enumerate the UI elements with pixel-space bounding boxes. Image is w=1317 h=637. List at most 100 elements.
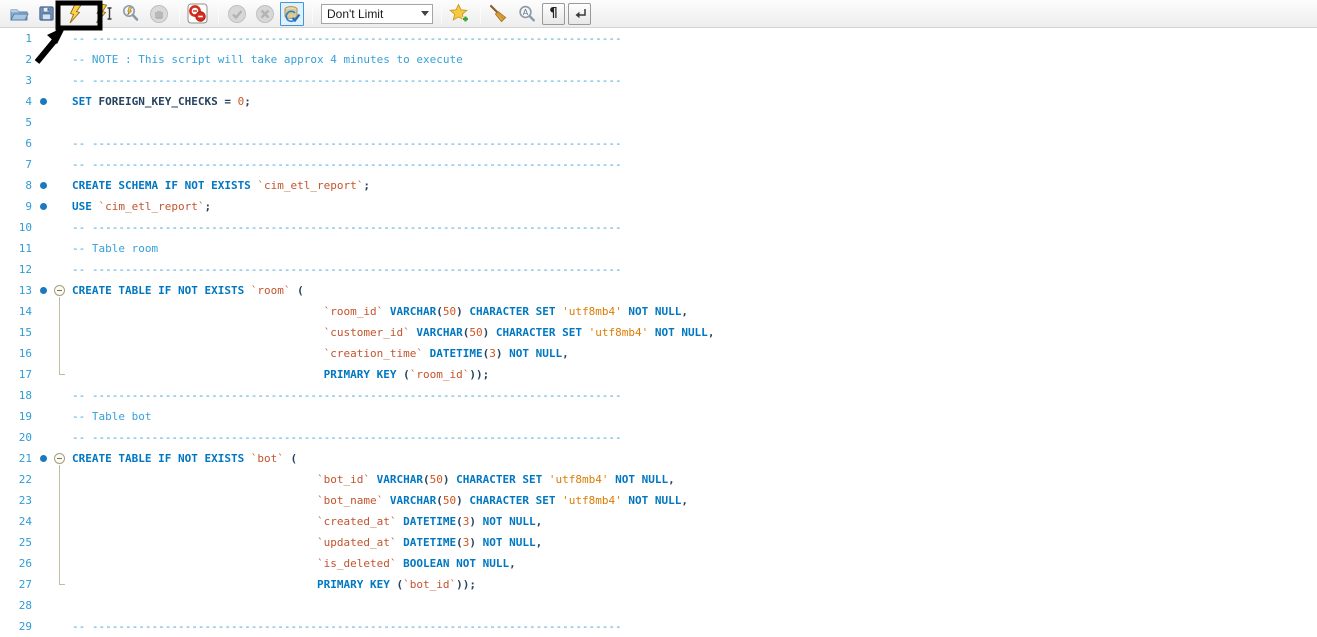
toolbar-separator: [218, 4, 219, 24]
fold-column: [52, 259, 68, 280]
code-line[interactable]: 22 `bot_id` VARCHAR(50) CHARACTER SET 'u…: [0, 469, 1317, 490]
code-line[interactable]: 19-- Table bot: [0, 406, 1317, 427]
token-i: `updated_at`: [317, 536, 396, 549]
fold-collapse-icon[interactable]: [54, 285, 65, 296]
code-line[interactable]: 24 `created_at` DATETIME(3) NOT NULL,: [0, 511, 1317, 532]
token-p: (: [436, 494, 443, 507]
token-p: ,: [681, 494, 688, 507]
token-k: NOT NULL: [503, 347, 563, 360]
fold-column[interactable]: [52, 280, 68, 301]
code-line[interactable]: 28: [0, 595, 1317, 616]
token-c: -- -------------------------------------…: [72, 620, 622, 633]
token-k: DATETIME: [423, 347, 483, 360]
line-number: 6: [0, 133, 36, 154]
rollback-button[interactable]: [252, 2, 277, 26]
code-line[interactable]: 6-- ------------------------------------…: [0, 133, 1317, 154]
code-line[interactable]: 7-- ------------------------------------…: [0, 154, 1317, 175]
token-p: (: [390, 578, 403, 591]
fold-column: [52, 574, 68, 595]
statement-marker-column: [36, 301, 52, 322]
token-i: `room_id`: [324, 305, 384, 318]
row-limit-dropdown[interactable]: Don't Limit: [321, 4, 433, 24]
commit-button[interactable]: [224, 2, 249, 26]
code-line[interactable]: 13CREATE TABLE IF NOT EXISTS `room` (: [0, 280, 1317, 301]
toggle-invisibles-button[interactable]: ¶: [542, 3, 565, 25]
code-line[interactable]: 20-- -----------------------------------…: [0, 427, 1317, 448]
line-number: 25: [0, 532, 36, 553]
toggle-stop-on-error-button[interactable]: [185, 2, 210, 26]
token-k: NOT NULL: [608, 473, 668, 486]
code-line[interactable]: 29-- -----------------------------------…: [0, 616, 1317, 637]
token-c: -- -------------------------------------…: [72, 32, 622, 45]
toggle-autocommit-button[interactable]: [280, 2, 304, 26]
fold-column: [52, 238, 68, 259]
save-snippet-button[interactable]: [447, 2, 472, 26]
token-k: VARCHAR: [383, 305, 436, 318]
token-i: `bot`: [244, 452, 284, 465]
token-i: `cim_etl_report`: [251, 179, 364, 192]
line-number: 7: [0, 154, 36, 175]
stop-execution-button[interactable]: [146, 2, 171, 26]
code-line[interactable]: 21CREATE TABLE IF NOT EXISTS `bot` (: [0, 448, 1317, 469]
statement-bullet-icon: [40, 98, 47, 105]
code-line[interactable]: 9USE `cim_etl_report`;: [0, 196, 1317, 217]
code-line[interactable]: 1-- ------------------------------------…: [0, 28, 1317, 49]
token-n: 50: [430, 473, 443, 486]
beautify-query-button[interactable]: [486, 2, 511, 26]
code-line[interactable]: 11-- Table room: [0, 238, 1317, 259]
code-line[interactable]: 12-- -----------------------------------…: [0, 259, 1317, 280]
token-p: (: [456, 536, 463, 549]
token-p: ;: [363, 179, 370, 192]
token-c: -- NOTE : This script will take approx 4…: [72, 53, 463, 66]
token-p: (: [397, 368, 410, 381]
code-line[interactable]: 15 `customer_id` VARCHAR(50) CHARACTER S…: [0, 322, 1317, 343]
code-line[interactable]: 14 `room_id` VARCHAR(50) CHARACTER SET '…: [0, 301, 1317, 322]
code-text: -- Table room: [68, 238, 158, 259]
token-s: 'utf8mb4': [542, 473, 608, 486]
fold-column[interactable]: [52, 448, 68, 469]
fold-column: [52, 133, 68, 154]
code-line[interactable]: 8CREATE SCHEMA IF NOT EXISTS `cim_etl_re…: [0, 175, 1317, 196]
code-text: CREATE TABLE IF NOT EXISTS `room` (: [68, 280, 304, 301]
code-line[interactable]: 10-- -----------------------------------…: [0, 217, 1317, 238]
code-text: -- -------------------------------------…: [68, 70, 622, 91]
code-line[interactable]: 23 `bot_name` VARCHAR(50) CHARACTER SET …: [0, 490, 1317, 511]
code-text: -- -------------------------------------…: [68, 385, 622, 406]
line-number: 20: [0, 427, 36, 448]
line-number: 5: [0, 112, 36, 133]
token-p: ));: [456, 578, 476, 591]
toggle-word-wrap-button[interactable]: [568, 3, 591, 25]
code-text: -- -------------------------------------…: [68, 28, 622, 49]
execute-script-button[interactable]: [62, 2, 87, 26]
execute-statement-button[interactable]: [90, 2, 115, 26]
open-script-button[interactable]: [6, 2, 31, 26]
sql-code-editor[interactable]: 1-- ------------------------------------…: [0, 28, 1317, 637]
token-c: -- -------------------------------------…: [72, 263, 622, 276]
beautify-broom-icon: [488, 3, 509, 24]
stop-on-error-icon: [187, 3, 208, 24]
explain-plan-button[interactable]: [118, 2, 143, 26]
code-line[interactable]: 16 `creation_time` DATETIME(3) NOT NULL,: [0, 343, 1317, 364]
code-line[interactable]: 26 `is_deleted` BOOLEAN NOT NULL,: [0, 553, 1317, 574]
line-number: 14: [0, 301, 36, 322]
code-line[interactable]: 17 PRIMARY KEY (`room_id`));: [0, 364, 1317, 385]
statement-marker-column: [36, 280, 52, 301]
code-line[interactable]: 27 PRIMARY KEY (`bot_id`));: [0, 574, 1317, 595]
code-text: `updated_at` DATETIME(3) NOT NULL,: [68, 532, 542, 553]
token-n: 50: [443, 494, 456, 507]
code-line[interactable]: 25 `updated_at` DATETIME(3) NOT NULL,: [0, 532, 1317, 553]
token-k: DATETIME: [397, 515, 457, 528]
fold-collapse-icon[interactable]: [54, 453, 65, 464]
find-button[interactable]: A: [514, 2, 539, 26]
line-number: 17: [0, 364, 36, 385]
code-line[interactable]: 18-- -----------------------------------…: [0, 385, 1317, 406]
code-line[interactable]: 2-- NOTE : This script will take approx …: [0, 49, 1317, 70]
token-k: BOOLEAN NOT NULL: [397, 557, 510, 570]
code-line[interactable]: 4SET FOREIGN_KEY_CHECKS = 0;: [0, 91, 1317, 112]
save-script-button[interactable]: [34, 2, 59, 26]
fold-column: [52, 301, 68, 322]
code-line[interactable]: 5: [0, 112, 1317, 133]
statement-marker-column: [36, 532, 52, 553]
code-line[interactable]: 3-- ------------------------------------…: [0, 70, 1317, 91]
fold-column: [52, 595, 68, 616]
